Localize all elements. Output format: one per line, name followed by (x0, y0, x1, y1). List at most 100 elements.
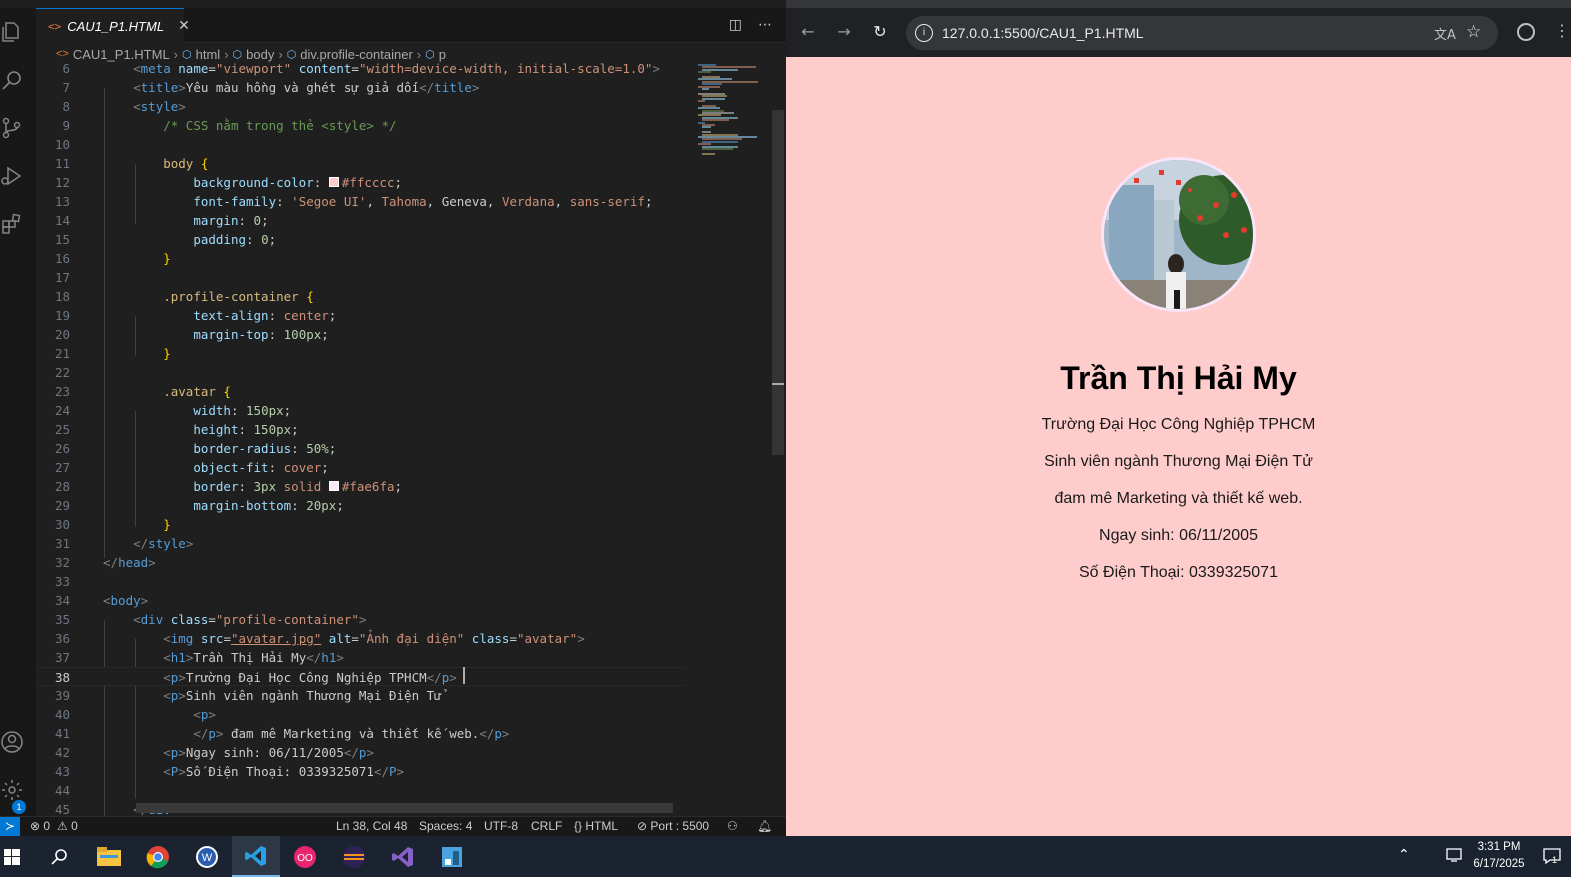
code-line[interactable]: 13 font-family: 'Segoe UI', Tahoma, Gene… (36, 192, 686, 211)
code-line[interactable]: 20 margin-top: 100px; (36, 325, 686, 344)
more-actions-icon[interactable]: ⋯ (758, 17, 772, 33)
vscode-taskbar-icon[interactable] (232, 836, 280, 877)
vertical-scrollbar[interactable] (772, 110, 784, 455)
code-line[interactable]: 44 (36, 781, 686, 800)
code-line[interactable]: 23 .avatar { (36, 382, 686, 401)
windows-start-icon[interactable] (0, 836, 24, 877)
code-line[interactable]: 12 background-color: #ffcccc; (36, 173, 686, 192)
run-debug-icon[interactable] (0, 164, 24, 192)
warnings-count[interactable]: ⚠ 0 (57, 819, 78, 833)
translate-icon[interactable]: 文A (1434, 24, 1456, 43)
profile-icon[interactable] (1517, 23, 1535, 41)
code-editor[interactable]: 6 <meta name="viewport" content="width=d… (36, 62, 686, 816)
chrome-icon[interactable] (134, 836, 182, 877)
reload-icon[interactable]: ↻ (870, 22, 890, 42)
app-blue-icon[interactable] (428, 836, 476, 877)
code-line[interactable]: 8 <style> (36, 97, 686, 116)
code-line[interactable]: 24 width: 150px; (36, 401, 686, 420)
line-number: 45 (54, 802, 70, 816)
forward-arrow-icon[interactable]: → (834, 22, 854, 42)
indentation-setting[interactable]: Spaces: 4 (419, 819, 472, 833)
visual-studio-icon[interactable] (379, 836, 427, 877)
code-line[interactable]: 32 </head> (36, 553, 686, 572)
breadcrumb-item[interactable]: CAU1_P1.HTML (73, 47, 170, 62)
line-code: height: 150px; (193, 422, 299, 437)
line-code: body { (163, 156, 209, 171)
code-line[interactable]: 30 } (36, 515, 686, 534)
line-code: <title>Yêu màu hồng và ghét sự giả dối</… (133, 80, 480, 95)
code-line[interactable]: 7 <title>Yêu màu hồng và ghét sự giả dối… (36, 78, 686, 97)
code-line[interactable]: 28 border: 3px solid #fae6fa; (36, 477, 686, 496)
taskbar-search-icon[interactable] (36, 836, 84, 877)
code-line[interactable]: 42 <p>Ngay sinh: 06/11/2005</p> (36, 743, 686, 762)
accounts-icon[interactable] (0, 730, 24, 758)
site-info-icon[interactable]: i (915, 24, 933, 42)
code-line[interactable]: 31 </style> (36, 534, 686, 553)
language-mode[interactable]: {} HTML (574, 819, 618, 833)
code-line[interactable]: 15 padding: 0; (36, 230, 686, 249)
code-line[interactable]: 37 <h1>Trần Thị Hải My</h1> (36, 648, 686, 667)
split-editor-icon[interactable]: ◫ (729, 17, 742, 33)
file-explorer-icon[interactable] (85, 836, 133, 877)
remote-indicator-icon[interactable]: ≻ (0, 817, 20, 837)
url-text[interactable]: 127.0.0.1:5500/CAU1_P1.HTML (942, 25, 1144, 41)
bookmark-star-icon[interactable]: ☆ (1466, 22, 1481, 42)
explorer-icon[interactable] (0, 20, 24, 48)
search-icon[interactable] (0, 68, 24, 96)
feedback-icon[interactable]: ⚇ (727, 819, 738, 833)
code-line[interactable]: 34 <body> (36, 591, 686, 610)
clock[interactable]: 3:31 PM 6/17/2025 (1470, 839, 1528, 873)
app-oo-icon[interactable]: OO (281, 836, 329, 877)
code-line[interactable]: 10 (36, 135, 686, 154)
code-line[interactable]: 9 /* CSS nằm trong thẻ <style> */ (36, 116, 686, 135)
code-line[interactable]: 41 </p> đam mê Marketing và thiết kế web… (36, 724, 686, 743)
code-line[interactable]: 17 (36, 268, 686, 287)
code-line[interactable]: 35 <div class="profile-container"> (36, 610, 686, 629)
code-line[interactable]: 38 <p>Trường Đại Học Công Nghiệp TPHCM</… (36, 667, 686, 686)
code-line[interactable]: 40 <p> (36, 705, 686, 724)
chevron-up-icon[interactable]: ⌃ (1398, 847, 1410, 863)
eclipse-icon[interactable] (330, 836, 378, 877)
line-number: 19 (54, 308, 70, 323)
eol-setting[interactable]: CRLF (531, 819, 562, 833)
breadcrumb-item[interactable]: html (196, 47, 221, 62)
network-icon[interactable] (1446, 847, 1464, 867)
clock-date: 6/17/2025 (1473, 858, 1525, 870)
action-center-icon[interactable]: 1 (1542, 846, 1562, 870)
source-control-icon[interactable] (0, 116, 24, 144)
cursor-position[interactable]: Ln 38, Col 48 (336, 819, 407, 833)
browser-menu-icon[interactable]: ⋮ (1554, 21, 1570, 40)
horizontal-scrollbar[interactable] (136, 803, 673, 813)
code-line[interactable]: 29 margin-bottom: 20px; (36, 496, 686, 515)
breadcrumb-item[interactable]: body (246, 47, 274, 62)
code-line[interactable]: 14 margin: 0; (36, 211, 686, 230)
code-line[interactable]: 27 object-fit: cover; (36, 458, 686, 477)
minimap[interactable] (696, 62, 772, 162)
breadcrumb-item[interactable]: div.profile-container (300, 47, 412, 62)
code-line[interactable]: 26 border-radius: 50%; (36, 439, 686, 458)
code-line[interactable]: 6 <meta name="viewport" content="width=d… (36, 62, 686, 78)
code-line[interactable]: 25 height: 150px; (36, 420, 686, 439)
address-bar[interactable]: i 127.0.0.1:5500/CAU1_P1.HTML 文A ☆ (906, 16, 1498, 50)
code-line[interactable]: 16 } (36, 249, 686, 268)
line-number: 25 (54, 422, 70, 437)
editor-tab-active[interactable]: <> CAU1_P1.HTML ✕ (36, 8, 190, 43)
code-line[interactable]: 19 text-align: center; (36, 306, 686, 325)
code-line[interactable]: 18 .profile-container { (36, 287, 686, 306)
tab-close-icon[interactable]: ✕ (178, 18, 190, 34)
app-w-icon[interactable]: W (183, 836, 231, 877)
breadcrumb-item[interactable]: p (439, 47, 446, 62)
extensions-icon[interactable] (0, 212, 24, 240)
code-line[interactable]: 39 <p>Sinh viên ngành Thương Mại Điện Tử (36, 686, 686, 705)
live-server-port[interactable]: ⊘ Port : 5500 (637, 819, 709, 833)
code-line[interactable]: 43 <P>Số Điện Thoại: 0339325071</P> (36, 762, 686, 781)
code-line[interactable]: 33 (36, 572, 686, 591)
code-line[interactable]: 36 <img src="avatar.jpg" alt="Ảnh đại di… (36, 629, 686, 648)
code-line[interactable]: 21 } (36, 344, 686, 363)
code-line[interactable]: 22 (36, 363, 686, 382)
notifications-bell-icon[interactable]: 🔔︎ (757, 819, 772, 833)
encoding-setting[interactable]: UTF-8 (484, 819, 518, 833)
code-line[interactable]: 11 body { (36, 154, 686, 173)
errors-count[interactable]: ⊗ 0 (30, 819, 50, 833)
back-arrow-icon[interactable]: ← (798, 22, 818, 42)
